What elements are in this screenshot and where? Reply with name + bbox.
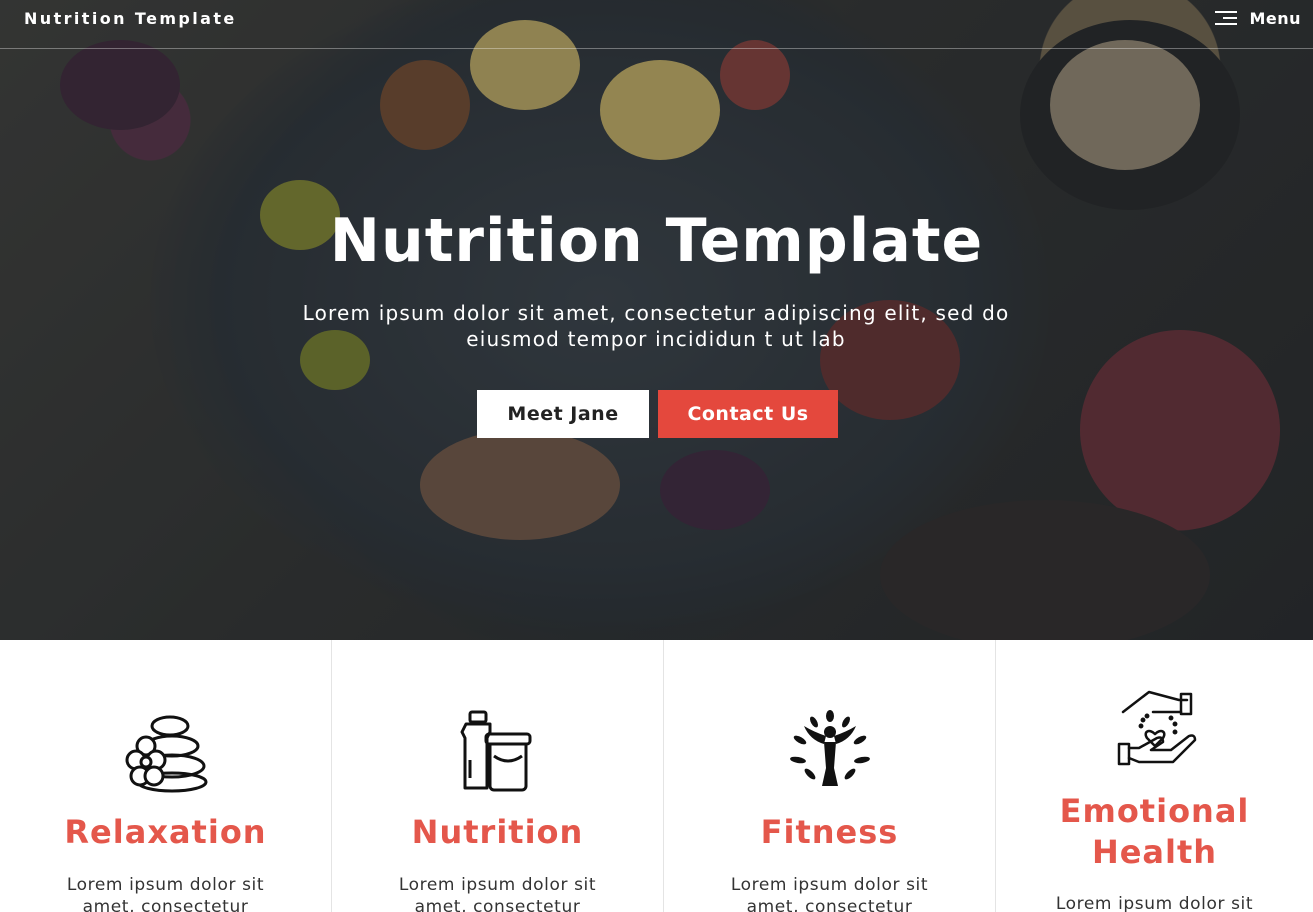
food-jars-icon	[460, 710, 531, 792]
feature-card-emotional-health: Emotional Health Lorem ipsum dolor sit	[996, 640, 1313, 912]
features-section: Relaxation Lorem ipsum dolor sit amet, c…	[0, 640, 1313, 912]
feature-title: Fitness	[760, 813, 899, 851]
person-tree-icon	[789, 710, 870, 786]
spa-stones-icon	[125, 715, 207, 793]
feature-card-relaxation: Relaxation Lorem ipsum dolor sit amet, c…	[0, 640, 332, 912]
feature-card-fitness: Fitness Lorem ipsum dolor sit amet, cons…	[664, 640, 996, 912]
contact-us-button[interactable]: Contact Us	[658, 390, 838, 438]
hero-section: Nutrition Template Menu Nutrition Templa…	[0, 0, 1313, 640]
feature-title: Nutrition	[411, 813, 584, 851]
menu-label: Menu	[1249, 8, 1301, 28]
menu-button[interactable]: Menu	[1213, 6, 1301, 30]
feature-text: Lorem ipsum dolor sit amet, consectetur	[730, 875, 929, 912]
feature-title: Emotional Health	[1059, 792, 1250, 871]
hero-subtitle: Lorem ipsum dolor sit amet, consectetur …	[302, 301, 1010, 351]
feature-text: Lorem ipsum dolor sit amet, consectetur	[66, 875, 265, 912]
meet-jane-button[interactable]: Meet Jane	[477, 390, 649, 438]
hamburger-menu-icon	[1213, 9, 1238, 27]
top-navbar: Nutrition Template Menu	[0, 0, 1313, 49]
feature-card-nutrition: Nutrition Lorem ipsum dolor sit amet, co…	[332, 640, 664, 912]
feature-text: Lorem ipsum dolor sit amet, consectetur	[398, 875, 597, 912]
hands-heart-icon	[1117, 690, 1196, 766]
feature-title: Relaxation	[64, 813, 267, 851]
hero-title: Nutrition Template	[329, 206, 984, 276]
brand-logo[interactable]: Nutrition Template	[24, 9, 237, 28]
feature-text: Lorem ipsum dolor sit	[1055, 894, 1254, 912]
